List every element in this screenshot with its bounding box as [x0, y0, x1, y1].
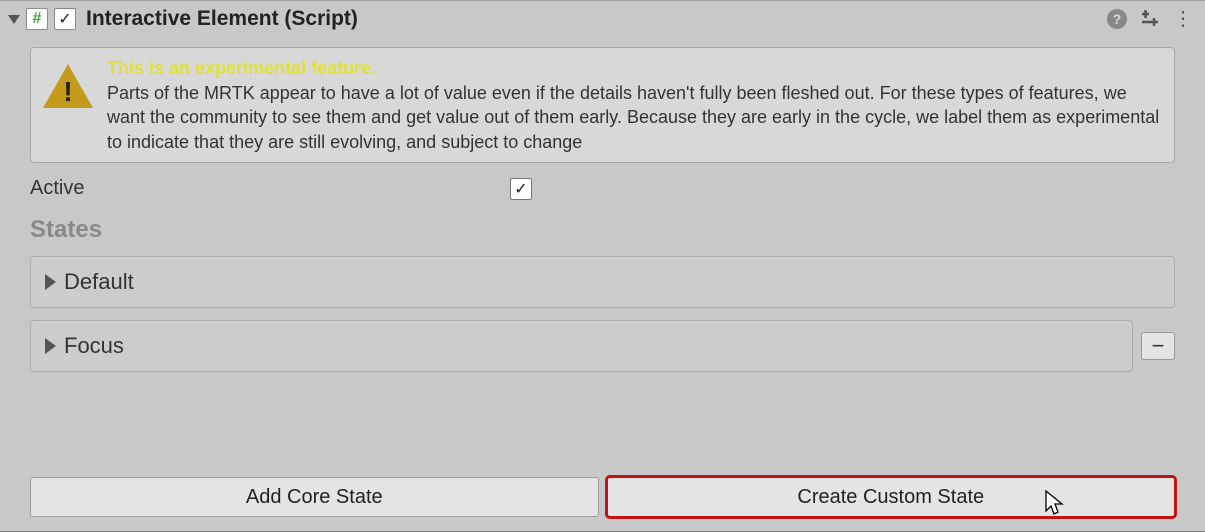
state-label: Focus	[64, 333, 124, 359]
state-item-focus-wrap: Focus −	[30, 320, 1175, 372]
remove-state-button[interactable]: −	[1141, 332, 1175, 360]
foldout-toggle-icon[interactable]	[8, 15, 20, 24]
add-core-state-button[interactable]: Add Core State	[30, 477, 599, 517]
active-checkbox[interactable]: ✓	[510, 178, 532, 200]
warning-body: Parts of the MRTK appear to have a lot o…	[107, 81, 1162, 154]
experimental-warning-box: ! This is an experimental feature. Parts…	[30, 47, 1175, 163]
warning-text: This is an experimental feature. Parts o…	[107, 56, 1162, 154]
create-custom-state-button[interactable]: Create Custom State	[607, 477, 1176, 517]
state-item-default-wrap: Default	[30, 256, 1175, 308]
states-section-title: States	[30, 216, 1175, 244]
preset-icon[interactable]	[1141, 10, 1159, 29]
enable-checkbox[interactable]: ✓	[54, 8, 76, 30]
header-icons: ? ⋮	[1107, 9, 1197, 29]
component-panel: # ✓ Interactive Element (Script) ? ⋮ ! T…	[0, 0, 1205, 532]
state-label: Default	[64, 269, 134, 295]
active-label: Active	[30, 177, 510, 200]
script-icon: #	[26, 8, 48, 30]
chevron-right-icon	[45, 338, 56, 354]
warning-icon: !	[43, 64, 93, 110]
component-header[interactable]: # ✓ Interactive Element (Script) ? ⋮	[0, 1, 1205, 37]
active-field-row: Active ✓	[30, 173, 1175, 210]
state-item-focus[interactable]: Focus	[30, 320, 1133, 372]
help-icon[interactable]: ?	[1107, 9, 1127, 29]
state-item-default[interactable]: Default	[30, 256, 1175, 308]
state-buttons-row: Add Core State Create Custom State	[30, 477, 1175, 517]
component-body: ! This is an experimental feature. Parts…	[0, 37, 1205, 531]
context-menu-icon[interactable]: ⋮	[1173, 9, 1193, 29]
warning-title: This is an experimental feature.	[107, 56, 1162, 81]
chevron-right-icon	[45, 274, 56, 290]
component-title: Interactive Element (Script)	[86, 7, 1107, 31]
